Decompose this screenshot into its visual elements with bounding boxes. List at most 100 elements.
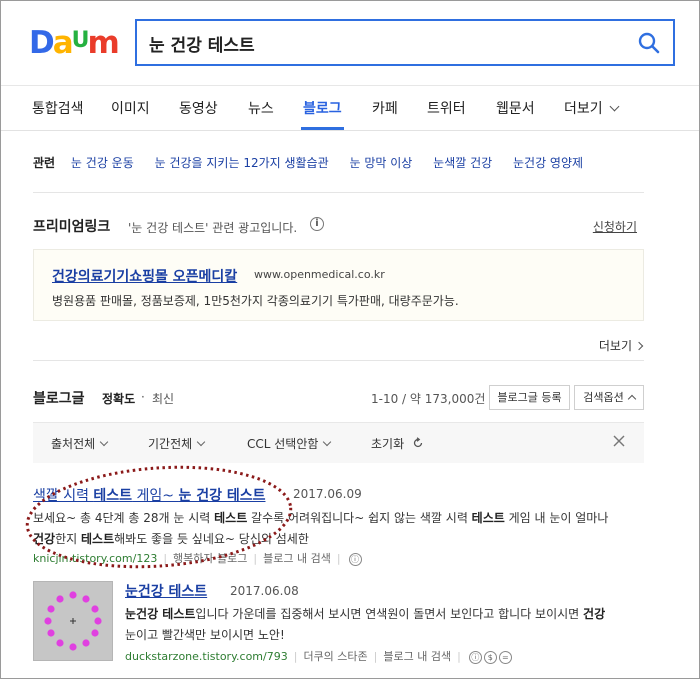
result-title-link[interactable]: 색깔 시력 테스트 게임~ 눈 건강 테스트 [33, 485, 266, 505]
magnifier-icon[interactable] [637, 31, 661, 55]
chevron-down-icon [196, 437, 206, 447]
result-description: 눈건강 테스트입니다 가운데를 집중해서 보시면 연색원이 돌면서 보인다고 합… [125, 604, 647, 646]
blog-name-link[interactable]: 더쿠의 스타존 [303, 650, 367, 663]
result-source-link[interactable]: duckstarzone.tistory.com/793 [125, 650, 288, 663]
desc-part: 게임 내 눈이 얼마나 [504, 511, 609, 525]
register-blog-button[interactable]: 블로그글 등록 [489, 385, 570, 410]
title-part: 게임~ [132, 488, 179, 504]
browser-frame: DaUm 통합검색 이미지 동영상 뉴스 블로그 카페 트위터 웹문서 더보기 … [0, 0, 700, 679]
related-item[interactable]: 눈색깔 건강 [433, 156, 492, 170]
desc-part: 테스트 [214, 511, 248, 525]
chevron-down-icon [323, 437, 332, 447]
logo-letter: U [71, 28, 90, 53]
desc-part: 입니다 가운데를 집중해서 보시면 연색원이 돌면서 보인다고 합니다 보이시면 [195, 607, 584, 621]
filter-bar: 출처전체 기간전체 CCL 선택안함 초기화 [33, 422, 644, 463]
result-count: 1-10 / 약 173,000건 [371, 392, 486, 406]
info-icon[interactable]: i [310, 217, 324, 231]
search-options-button[interactable]: 검색옵션 [574, 385, 644, 410]
tab-images[interactable]: 이미지 [111, 98, 150, 118]
ccl-icon: ⓘ [348, 552, 362, 566]
desc-line: 눈건강 테스트입니다 가운데를 집중해서 보시면 연색원이 돌면서 보인다고 합… [125, 604, 647, 625]
separator: | [457, 650, 461, 663]
ad-box: 건강의료기기쇼핑몰 오픈메디칼 www.openmedical.co.kr 병원… [33, 249, 644, 321]
search-options-label: 검색옵션 [583, 391, 624, 404]
filter-reset-label: 초기화 [371, 437, 405, 451]
related-searches: 관련 눈 건강 운동 눈 건강을 지키는 12가지 생활습관 눈 망막 이상 눈… [33, 154, 600, 171]
desc-part: 테스트 [81, 532, 115, 546]
filter-period[interactable]: 기간전체 [148, 435, 206, 452]
more-ads-link[interactable]: 더보기 [598, 337, 644, 354]
desc-part: 갈수록 어려워집니다~ 쉽지 않는 색깔 시력 [247, 511, 472, 525]
title-part: 색깔 시력 [33, 488, 94, 504]
filter-source[interactable]: 출처전체 [51, 435, 109, 452]
title-part: 눈건강 테스트 [125, 584, 208, 600]
result-date: 2017.06.09 [293, 487, 362, 501]
result-meta: knicjin.tistory.com/123 | 행복하자 블로그 | 블로그 내 검… [33, 550, 362, 566]
refresh-icon [413, 437, 423, 448]
related-item[interactable]: 눈 망막 이상 [349, 156, 412, 170]
ccl-noderiv-icon: = [498, 650, 512, 664]
desc-part: 건강 [583, 607, 606, 621]
logo-letter: m [87, 25, 120, 61]
blog-name-link[interactable]: 행복하자 블로그 [173, 552, 247, 565]
close-icon[interactable] [612, 434, 626, 448]
filter-reset[interactable]: 초기화 [371, 435, 424, 452]
daum-logo[interactable]: DaUm [29, 25, 120, 61]
separator: | [336, 552, 341, 565]
desc-part: 눈이고 빨간색만 보이시면 노안! [125, 628, 285, 642]
filter-period-label: 기간전체 [148, 437, 193, 451]
ccl-icon: ⓘ [468, 650, 482, 664]
sort-accuracy[interactable]: 정확도 [102, 390, 135, 407]
in-blog-search-link[interactable]: 블로그 내 검색 [263, 552, 331, 565]
separator: | [293, 650, 298, 663]
premium-link-title: 프리미엄링크 [33, 219, 111, 235]
related-item[interactable]: 눈 건강 운동 [71, 156, 134, 170]
ad-description: 병원용품 판매몰, 정품보증제, 1만5천가지 각종의료기기 특가판매, 대량주… [52, 294, 459, 308]
sort-latest[interactable]: 최신 [152, 390, 174, 407]
in-blog-search-link[interactable]: 블로그 내 검색 [383, 650, 451, 663]
desc-part: 한지 [55, 532, 81, 546]
ccl-noncommercial-icon: $ [483, 650, 497, 664]
search-tabs: 통합검색 이미지 동영상 뉴스 블로그 카페 트위터 웹문서 더보기 [1, 85, 699, 131]
premium-link-desc: '눈 건강 테스트' 관련 광고입니다. [128, 221, 298, 235]
tab-news[interactable]: 뉴스 [248, 98, 274, 118]
sort-separator: · [141, 390, 145, 404]
tab-twitter[interactable]: 트위터 [427, 98, 466, 118]
related-item[interactable]: 눈 건강을 지키는 12가지 생활습관 [155, 156, 329, 170]
tab-web[interactable]: 웹문서 [496, 98, 535, 118]
result-source-link[interactable]: knicjin.tistory.com/123 [33, 552, 157, 565]
tab-cafe[interactable]: 카페 [372, 98, 398, 118]
result-description: 보세요~ 총 4단계 총 28개 눈 시력 테스트 갈수록 어려워집니다~ 쉽지… [33, 508, 648, 550]
search-input[interactable] [149, 30, 619, 56]
chevron-right-icon [634, 341, 644, 351]
tab-all[interactable]: 통합검색 [32, 98, 84, 118]
related-label: 관련 [33, 156, 56, 170]
apply-ad-link[interactable]: 신청하기 [593, 218, 637, 235]
more-ads-label: 더보기 [598, 339, 632, 353]
desc-part: 건강 [33, 532, 56, 546]
desc-line: 눈이고 빨간색만 보이시면 노안! [125, 625, 647, 646]
tab-more-label: 더보기 [564, 101, 603, 117]
ad-title-link[interactable]: 건강의료기기쇼핑몰 오픈메디칼 [52, 266, 237, 286]
result-thumbnail[interactable] [33, 581, 113, 661]
filter-ccl[interactable]: CCL 선택안함 [247, 435, 332, 452]
filter-ccl-label: CCL 선택안함 [247, 437, 319, 451]
chevron-up-icon [627, 394, 636, 404]
desc-line: 보세요~ 총 4단계 총 28개 눈 시력 테스트 갈수록 어려워집니다~ 쉽지… [33, 508, 648, 529]
tab-blog[interactable]: 블로그 [301, 98, 344, 130]
blog-section-title: 블로그글 [33, 391, 85, 407]
result-meta: duckstarzone.tistory.com/793 | 더쿠의 스타존 | 블로그… [125, 648, 512, 664]
title-part: 테스트 [93, 488, 133, 504]
divider [33, 360, 644, 361]
desc-part: 보세요~ 총 4단계 총 28개 눈 시력 [33, 511, 215, 525]
tab-more[interactable]: 더보기 [564, 98, 620, 118]
result-title-link[interactable]: 눈건강 테스트 [125, 581, 207, 601]
chevron-down-icon [609, 101, 620, 112]
logo-letter: D [29, 25, 55, 61]
ad-url: www.openmedical.co.kr [254, 268, 385, 281]
desc-part: 눈건강 테스트 [125, 607, 196, 621]
related-item[interactable]: 눈건강 영양제 [513, 156, 583, 170]
logo-letter: a [52, 25, 74, 61]
tab-videos[interactable]: 동영상 [179, 98, 218, 118]
filter-source-label: 출처전체 [51, 437, 96, 451]
